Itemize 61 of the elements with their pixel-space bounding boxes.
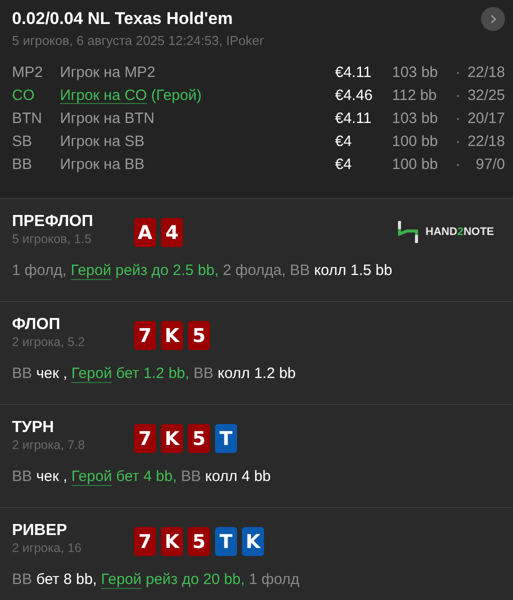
playing-card: 5 [188,321,210,350]
hero-link[interactable]: Герой [71,468,112,485]
player-bb: 103 bb [392,110,439,127]
playing-card: T [215,424,237,453]
player-name: Игрок на CO (Герой) [60,87,203,104]
hero-link[interactable]: Герой [71,365,112,382]
action-line: BB бет 8 bb, Герой рейз до 20 bb, 1 фолд [12,571,300,588]
street-name: ТУРН [12,419,55,437]
action-line: 1 фолд, Герой рейз до 2.5 bb, 2 фолда, BB колл 1.5 bb [12,262,394,279]
playing-card: 5 [188,424,210,453]
playing-card: 7 [134,424,156,453]
logo-text: HAND2NOTE [426,226,494,238]
player-bb: 112 bb [392,87,438,104]
street-info: 5 игроков, 1.5 [12,232,92,246]
player-stats: 97/0 [474,156,505,173]
hero-link[interactable]: Герой [101,571,142,588]
player-stats: 22/18 [466,64,505,81]
player-name: Игрок на BB [60,156,146,173]
player-stack: €4 [335,133,353,150]
next-button[interactable]: › [481,7,505,31]
player-name: Игрок на MP2 [60,64,156,81]
playing-card: K [161,527,183,556]
street-name: ФЛОП [12,316,62,334]
playing-card: K [242,527,264,556]
street-info: 2 игрока, 5.2 [12,335,86,349]
player-bb: 100 bb [392,156,439,173]
hand-subtitle: 5 игроков, 6 августа 2025 12:24:53, IPoker [12,33,265,48]
playing-card: T [215,527,237,556]
player-bb: 103 bb [392,64,439,81]
player-stats: 22/18 [466,133,505,150]
player-position: SB [12,133,34,150]
hero-link[interactable]: Герой [70,262,112,279]
player-bb: 100 bb [392,133,439,150]
street-info: 2 игрока, 16 [12,541,82,555]
hand-title: 0.02/0.04 NL Texas Hold'em [12,9,233,29]
playing-card: 7 [134,527,156,556]
player-stack: €4 [335,156,353,173]
action-line: BB чек , Герой бет 4 bb, BB колл 4 bb [12,468,272,485]
street-name: ПРЕФЛОП [12,213,94,231]
playing-card: 7 [134,321,156,350]
street-name: РИВЕР [12,522,68,540]
player-position: BTN [12,110,43,127]
player-stats: 32/25 [466,87,505,104]
player-position: CO [12,87,36,104]
player-stats: 20/17 [466,110,505,127]
player-stack: €4.11 [335,110,372,127]
playing-card: K [161,321,183,350]
player-position: BB [12,156,34,173]
player-link[interactable]: Игрок на CO [60,87,147,104]
action-line: BB чек , Герой бет 1.2 bb, BB колл 1.2 bb [12,365,297,382]
playing-card: 4 [161,218,183,247]
player-name: Игрок на BTN [60,110,156,127]
player-stack: €4.46 [335,87,374,104]
logo-icon [398,221,418,243]
player-position: MP2 [12,64,44,81]
street-info: 2 игрока, 7.8 [12,438,86,452]
playing-card: 5 [188,527,210,556]
player-name: Игрок на SB [60,133,146,150]
playing-card: K [161,424,183,453]
playing-card: A [134,218,156,247]
player-stack: €4.11 [335,64,372,81]
